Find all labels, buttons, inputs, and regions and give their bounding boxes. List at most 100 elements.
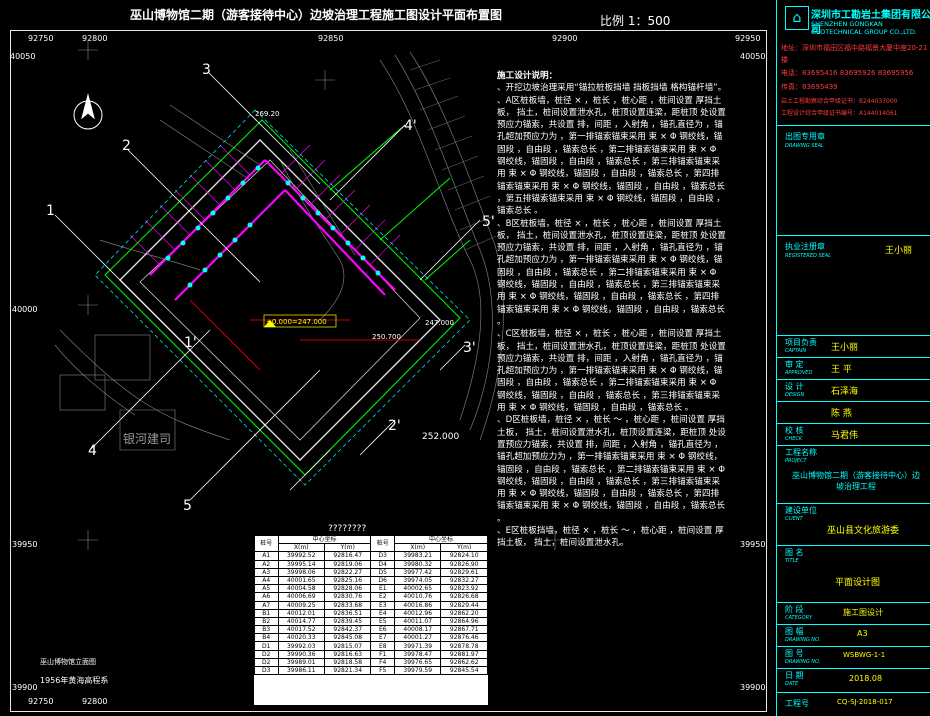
drawing-no-value: WSBWG-1-1 [843,651,886,659]
table-cell: D3 [254,665,279,676]
notes-paragraph-1: 、开挖边坡治理采用“锚拉桩板挡墙 挡板挡墙 格构锚杆墙”。 [497,83,727,94]
staff-label: 校 核 [785,426,804,435]
size-sub: DRAWING NO. [785,637,821,643]
drawing-no-sub: DRAWING NO. [785,659,821,665]
drawing-name: 平面设计图 [835,578,881,588]
building-label: 银河建司 [123,432,172,446]
drawing-name-sub: TITLE [785,558,799,564]
table-title: ???????? [328,524,367,534]
table-cell: 92881.97 [440,649,488,659]
table-cell: 92829.44 [440,600,488,610]
table-cell: 92862.62 [440,657,488,668]
staff-row-4: 陈 燕 [777,401,930,424]
table-cell: E7 [370,633,395,643]
registered-seal-cell: 执业注册章 REGISTERED SEAL 王小丽 [777,235,930,336]
design-boundary [104,119,471,476]
table-cell: 39989.01 [277,657,326,668]
section-mark-2: 2 [122,138,131,154]
table-cell: A1 [254,551,279,561]
table-cell: 40014.77 [277,616,326,627]
company-cert-1: 岩土工程勘察综合甲级证书：B244037000 [781,98,898,105]
table-cell: B4 [254,633,279,643]
table-cell: 92826.68 [440,592,488,602]
table-cell: A3 [254,567,279,577]
table-cell: 39979.59 [393,665,442,676]
staff-value: 王 平 [831,365,852,375]
table-cell: 92830.76 [323,592,372,602]
table-cell: 39978.47 [393,649,442,659]
table-cell: 92839.45 [323,616,372,627]
table-cell: A4 [254,575,279,586]
company-cell: ⌂ 深圳市工勘岩土集团有限公司 SHENZHEN GONGKAN GEOTECH… [777,0,930,126]
section-mark-5-prime: 5' [482,214,495,230]
table-cell: F1 [370,649,395,659]
staff-value: 马君伟 [831,431,859,441]
section-mark-5: 5 [183,498,192,514]
table-row: B2 40014.77 92839.45 E5 40011.07 92864.96 [254,616,488,627]
table-cell: 92878.78 [440,641,488,651]
staff-sub: CAPTAIN [785,348,807,354]
section-mark-1: 1 [46,203,55,219]
table-col-header: X(m) [393,543,442,553]
elevation-top: 269.20 [255,110,280,118]
table-row: A2 39995.14 92819.06 D4 39980.32 92826.90 [254,559,488,569]
drawing-no-cell: 图 号 DRAWING NO. WSBWG-1-1 [777,646,930,669]
table-cell: D6 [370,575,395,586]
table-cell: 92836.51 [323,608,372,618]
table-cell: 40001.27 [393,633,442,643]
table-cell: 92842.37 [323,625,372,635]
table-row: A7 40009.25 92833.68 E3 40016.86 92829.44 [254,600,488,610]
drawing-no-label: 图 号 [785,649,804,658]
table-cell: 92826.90 [440,559,488,569]
building-outline [119,139,441,461]
table-row: D3 39986.11 92821.34 F5 39979.59 92845.54 [254,665,488,676]
notes-heading: 施工设计说明： [497,71,558,81]
size-value: A3 [857,629,868,638]
date-value: 2018.08 [849,674,883,683]
client-name: 巫山县文化旅游委 [827,526,900,536]
design-notes: 施工设计说明： 、开挖边坡治理采用“锚拉桩板挡墙 挡板挡墙 格构锚杆墙”。 、A… [497,70,727,550]
table-cell: D3 [370,551,395,561]
table-col-header: X(m) [277,543,326,553]
table-cell: A6 [254,592,279,602]
table-cell: 92816.47 [323,551,372,561]
table-cell: E8 [370,641,395,651]
table-cell: 40006.69 [277,592,326,602]
table-cell: 92821.34 [323,665,372,676]
date-label: 日 期 [785,671,804,680]
section-lines [54,71,481,501]
size-label: 图 幅 [785,627,804,636]
company-address: 地址：深圳市福田区福中路福景大厦中座20-21楼 [781,44,928,64]
table-row: A3 39998.06 92822.27 D5 39977.42 92829.61 [254,567,488,577]
table-cell: 92867.71 [440,625,488,635]
section-mark-4: 4 [88,443,97,459]
notes-paragraph-4: 、C区桩板墙，桩径 × ，桩长 ，桩心距 ，桩间设置 厚挡土板， 挡土，桩间设置… [497,329,726,414]
staff-value: 陈 燕 [831,409,852,419]
table-cell: 92825.16 [323,575,372,586]
elevation-right-2: 247.000 [425,319,454,327]
staff-row-2: 审 定 APPROVED 王 平 [777,357,930,380]
job-no-cell: 工程号 CQ-SJ-2018-017 [777,692,930,716]
staff-row-1: 项目负责 CAPTAIN 王小丽 [777,335,930,358]
table-cell: 92815.07 [323,641,372,651]
staff-value: 石泽海 [831,387,859,397]
size-cell: 图 幅 DRAWING NO. A3 [777,624,930,647]
table-cell: B2 [254,616,279,627]
table-cell: 92833.68 [323,600,372,610]
table-cell: 39986.11 [277,665,326,676]
table-cell: E1 [370,584,395,594]
table-cell: 40002.65 [393,584,442,594]
elevation-mid: 250.700 [372,333,401,341]
table-cell: F4 [370,657,395,668]
table-cell: 40010.76 [393,592,442,602]
section-mark-4-prime: 4' [404,118,417,134]
table-cell: 39995.14 [277,559,326,569]
table-cell: 92819.06 [323,559,372,569]
table-row: A1 39992.52 92816.47 D3 39983.21 92824.10 [254,551,488,561]
staff-sub: CHECK [785,436,803,442]
client-label: 建设单位 [785,506,817,515]
table-col-header: Y(m) [323,543,372,553]
table-cell: 39983.21 [393,551,442,561]
stage-label: 阶 段 [785,605,804,614]
table-body: A1 39992.52 92816.47 D3 39983.21 92824.10 A2 39… [254,551,488,676]
